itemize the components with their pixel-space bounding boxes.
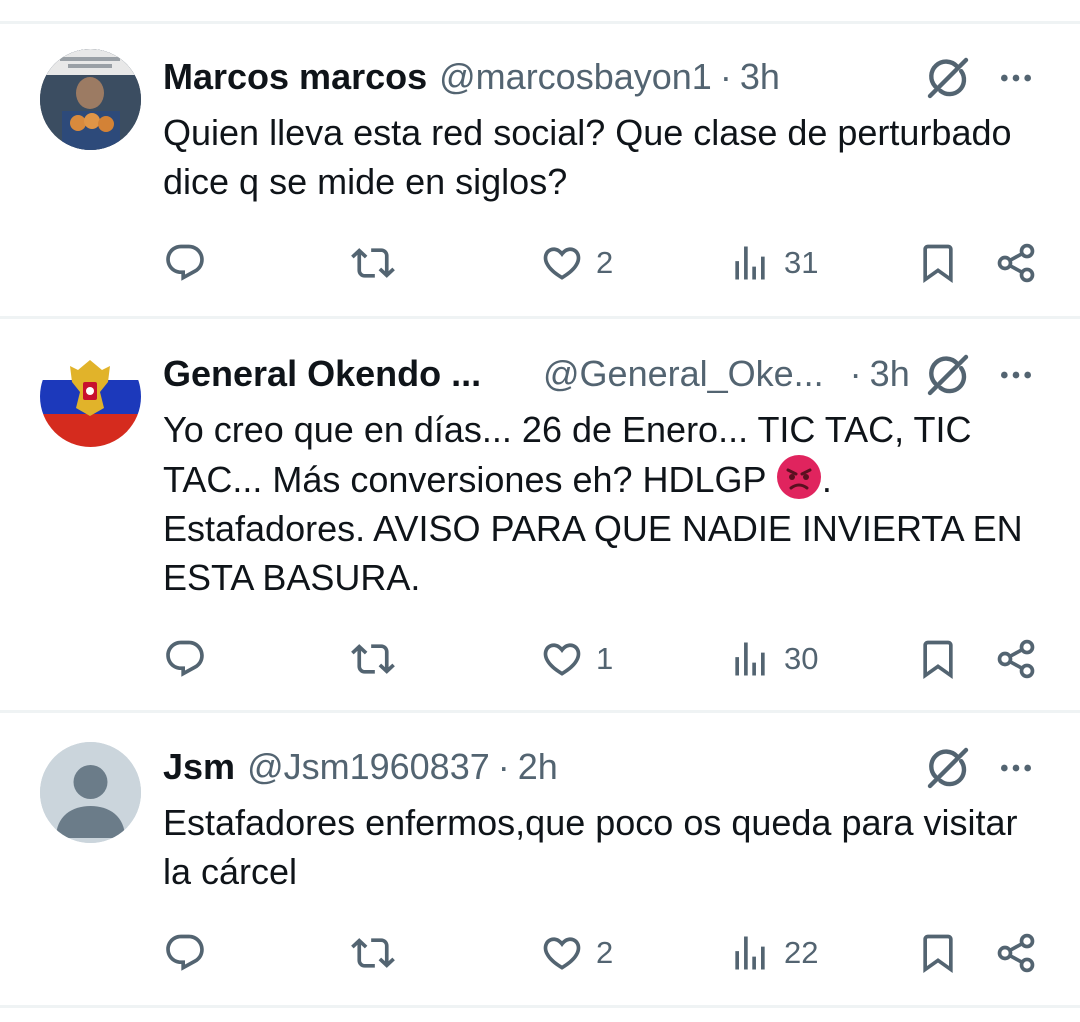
retweet-button[interactable] xyxy=(351,928,395,978)
more-button[interactable] xyxy=(992,349,1040,401)
more-button[interactable] xyxy=(992,52,1040,104)
timestamp[interactable]: 2h xyxy=(518,746,558,788)
default-avatar-icon xyxy=(40,742,141,843)
views-icon xyxy=(728,637,772,681)
angry-face-emoji xyxy=(776,455,821,499)
reply-button[interactable] xyxy=(163,928,207,978)
views-count: 31 xyxy=(784,245,819,280)
action-bar: 1 30 xyxy=(0,634,1080,684)
separator-dot: · xyxy=(849,353,862,394)
user-handle[interactable]: @marcosbayon1 xyxy=(439,56,712,98)
bookmark-button[interactable] xyxy=(916,634,960,684)
divider-1 xyxy=(0,316,1080,319)
views-icon xyxy=(728,241,772,285)
like-count: 1 xyxy=(596,641,614,676)
views-button[interactable]: 31 xyxy=(728,238,818,288)
bookmark-icon xyxy=(916,241,960,285)
avatar-general-okendo[interactable] xyxy=(40,346,141,447)
share-icon xyxy=(994,931,1038,975)
like-icon xyxy=(540,931,584,975)
grok-button[interactable] xyxy=(922,742,974,794)
like-button[interactable]: 2 xyxy=(540,928,613,978)
share-button[interactable] xyxy=(994,928,1038,978)
grok-button[interactable] xyxy=(922,349,974,401)
like-icon xyxy=(540,637,584,681)
avatar-image xyxy=(40,346,141,447)
views-button[interactable]: 30 xyxy=(728,634,818,684)
more-icon xyxy=(996,58,1036,98)
divider-2 xyxy=(0,710,1080,713)
views-button[interactable]: 22 xyxy=(728,928,818,978)
display-name[interactable]: Marcos marcos xyxy=(163,56,427,98)
like-count: 2 xyxy=(596,935,614,970)
bookmark-button[interactable] xyxy=(916,238,960,288)
more-icon xyxy=(996,355,1036,395)
reply-icon xyxy=(163,931,207,975)
separator-dot: · xyxy=(497,746,510,787)
bookmark-icon xyxy=(916,931,960,975)
like-button[interactable]: 2 xyxy=(540,238,613,288)
share-icon xyxy=(994,241,1038,285)
separator-dot: · xyxy=(719,56,732,97)
reply-button[interactable] xyxy=(163,238,207,288)
more-button[interactable] xyxy=(992,742,1040,794)
bookmark-button[interactable] xyxy=(916,928,960,978)
tweet-header: Jsm @Jsm1960837 · 2h xyxy=(163,743,558,791)
reply-icon xyxy=(163,241,207,285)
tweet-text-part-1: Yo creo que en días... 26 de Enero... TI… xyxy=(163,409,972,500)
grok-icon xyxy=(924,351,972,399)
like-button[interactable]: 1 xyxy=(540,634,613,684)
avatar-marcos[interactable] xyxy=(40,49,141,150)
timestamp[interactable]: 3h xyxy=(870,353,910,395)
tweet-text: Quien lleva esta red social? Que clase d… xyxy=(163,112,1012,202)
tweet-header: Marcos marcos @marcosbayon1 · 3h xyxy=(163,53,780,101)
display-name[interactable]: General Okendo ... xyxy=(163,353,543,395)
like-count: 2 xyxy=(596,245,614,280)
reply-icon xyxy=(163,637,207,681)
timestamp[interactable]: 3h xyxy=(740,56,780,98)
user-handle[interactable]: @General_Oke... xyxy=(543,353,824,395)
retweet-icon xyxy=(351,241,395,285)
tweet-text: Yo creo que en días... 26 de Enero... TI… xyxy=(163,405,1043,602)
views-count: 30 xyxy=(784,641,819,676)
action-bar: 2 22 xyxy=(0,928,1080,978)
views-icon xyxy=(728,931,772,975)
more-icon xyxy=(996,748,1036,788)
retweet-button[interactable] xyxy=(351,238,395,288)
grok-icon xyxy=(924,54,972,102)
tweet-header: General Okendo ... @General_Oke... · 3h xyxy=(163,350,1043,398)
action-bar: 2 31 xyxy=(0,238,1080,288)
share-button[interactable] xyxy=(994,238,1038,288)
display-name[interactable]: Jsm xyxy=(163,746,235,788)
reply-button[interactable] xyxy=(163,634,207,684)
retweet-button[interactable] xyxy=(351,634,395,684)
like-icon xyxy=(540,241,584,285)
avatar-image xyxy=(40,49,141,150)
avatar-jsm[interactable] xyxy=(40,742,141,843)
share-icon xyxy=(994,637,1038,681)
tweet-text: Estafadores enfermos,que poco os queda p… xyxy=(163,802,1018,892)
bookmark-icon xyxy=(916,637,960,681)
divider-top xyxy=(0,21,1080,24)
user-handle[interactable]: @Jsm1960837 xyxy=(247,746,490,788)
share-button[interactable] xyxy=(994,634,1038,684)
grok-icon xyxy=(924,744,972,792)
retweet-icon xyxy=(351,931,395,975)
grok-button[interactable] xyxy=(922,52,974,104)
divider-bottom xyxy=(0,1005,1080,1008)
views-count: 22 xyxy=(784,935,819,970)
retweet-icon xyxy=(351,637,395,681)
